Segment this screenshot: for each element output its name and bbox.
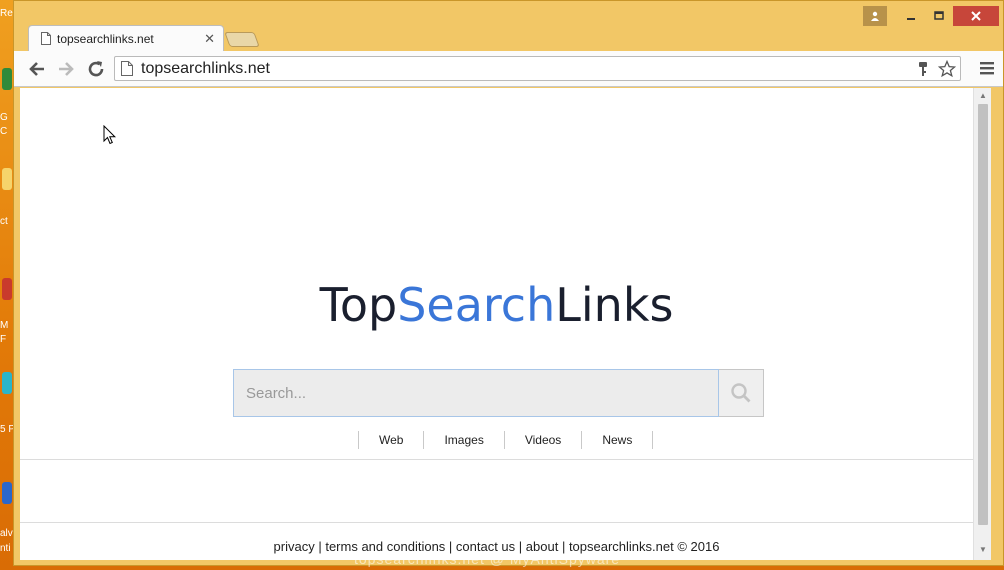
forward-button[interactable] [55,58,77,80]
link-web[interactable]: Web [359,433,423,447]
tab-close-icon[interactable]: ✕ [204,31,215,47]
maximize-icon [934,11,944,20]
close-window-button[interactable] [953,6,999,26]
bookmark-star-button[interactable] [936,58,958,80]
page-icon [121,61,133,76]
key-icon [919,61,927,76]
search-type-links: Web Images Videos News [358,430,654,450]
window-controls [863,6,999,26]
key-button[interactable] [912,58,934,80]
scroll-thumb[interactable] [978,104,988,525]
logo-text-search: Search [397,278,556,332]
search-box [233,369,764,417]
arrow-right-icon [59,62,74,76]
browser-window: topsearchlinks.net ✕ topsearchlinks.net [13,0,1004,566]
hamburger-icon [980,62,994,75]
star-icon [938,59,956,77]
mouse-cursor-icon [103,125,117,145]
vertical-scrollbar[interactable]: ▲ ▼ [973,88,991,560]
desktop-label-fragment: alv [0,528,13,539]
maximize-button[interactable] [925,6,953,26]
search-button[interactable] [719,369,764,417]
reload-icon [88,61,104,77]
footer-link-privacy[interactable]: privacy [274,539,315,554]
link-images[interactable]: Images [424,433,503,447]
browser-menu-button[interactable] [979,60,995,76]
minimize-button[interactable] [897,6,925,26]
desktop-app-icon[interactable] [2,68,12,90]
desktop-folder-icon[interactable] [2,168,12,190]
profile-button[interactable] [863,6,887,26]
desktop-label-fragment: 5 P [0,424,14,435]
desktop-label-fragment: G [0,112,8,123]
link-news[interactable]: News [582,433,652,447]
desktop-label-fragment: nti [0,543,11,554]
link-separator [652,431,654,449]
close-icon [971,11,981,21]
back-button[interactable] [26,58,48,80]
minimize-icon [907,18,915,20]
scroll-down-arrow-icon[interactable]: ▼ [978,545,988,555]
page-content: TopSearchLinks Web Images Videos News pr… [20,88,973,560]
magnifier-icon [731,383,751,403]
desktop-app-icon[interactable] [2,278,12,300]
reload-button[interactable] [85,58,107,80]
desktop-label-fragment: F [0,334,7,345]
desktop-app-icon[interactable] [2,482,12,504]
watermark-text: topsearchlinks.net @ MyAntiSpyware [354,551,621,567]
desktop-label-fragment: C [0,126,8,137]
arrow-left-icon [29,62,44,76]
desktop-label-fragment: ct [0,216,8,227]
search-input[interactable] [233,369,719,417]
divider [20,459,973,460]
desktop-app-icon[interactable] [2,372,12,394]
site-logo: TopSearchLinks [20,278,973,332]
divider [20,522,973,523]
footer-separator: | [314,539,326,554]
desktop-label-fragment: Rec [0,8,14,19]
browser-tab-active[interactable]: topsearchlinks.net ✕ [28,25,224,51]
link-videos[interactable]: Videos [505,433,581,447]
new-tab-button[interactable] [224,32,260,47]
logo-text-links: Links [555,278,674,332]
person-icon [871,11,879,21]
tab-title: topsearchlinks.net [57,31,154,46]
desktop-label-fragment: M [0,320,9,331]
logo-text-top: Top [319,278,398,332]
url-text[interactable]: topsearchlinks.net [141,60,912,78]
browser-toolbar: topsearchlinks.net [14,51,1003,87]
scroll-up-arrow-icon[interactable]: ▲ [978,91,988,101]
title-bar[interactable]: topsearchlinks.net ✕ [14,1,1003,51]
page-icon [41,32,51,45]
address-bar[interactable]: topsearchlinks.net [114,56,961,81]
